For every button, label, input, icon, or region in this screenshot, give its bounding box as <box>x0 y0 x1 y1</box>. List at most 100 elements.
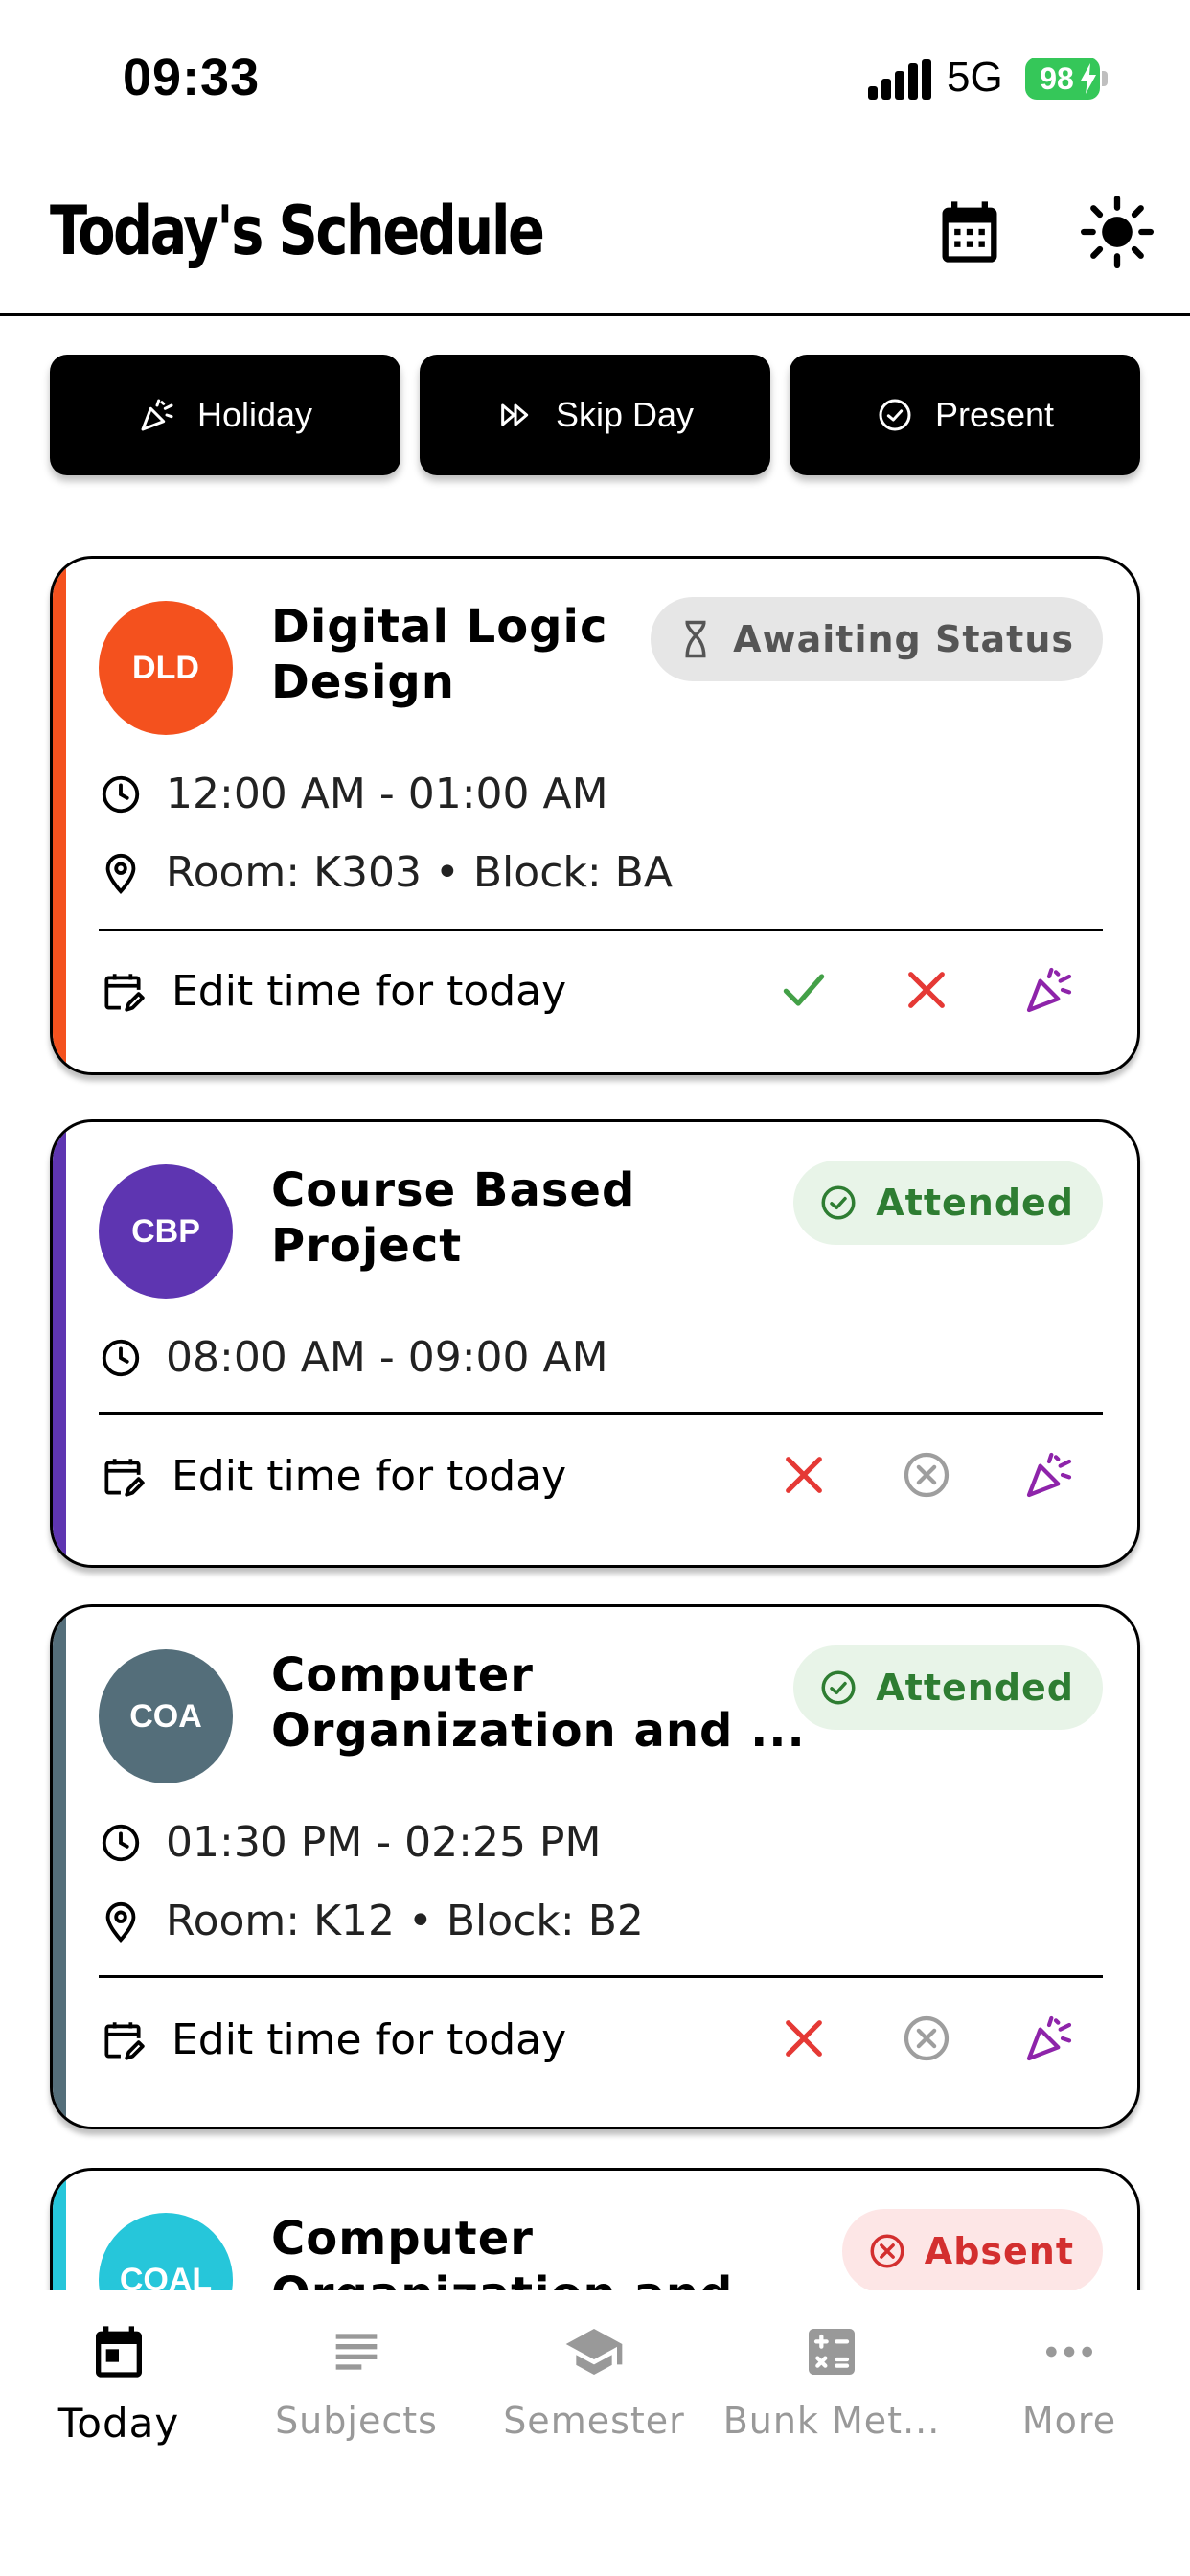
subject-color-stripe <box>53 1607 66 2127</box>
check-circle-icon <box>879 399 911 431</box>
class-card-cbp[interactable]: CBP Course Based Project Attended 08:00 … <box>50 1119 1140 1568</box>
status-text: Attended <box>876 1182 1074 1224</box>
subject-color-stripe <box>53 1122 66 1565</box>
skip-day-label: Skip Day <box>555 395 695 434</box>
page-title: Today's Schedule <box>50 192 545 270</box>
mark-holiday-button[interactable] <box>1020 961 1078 1019</box>
class-card-coal[interactable]: COAL Computer Organization and Ar... Abs… <box>50 2168 1140 2290</box>
time-row: 08:00 AM - 09:00 AM <box>99 1333 608 1382</box>
edit-time-label: Edit time for today <box>172 967 567 1016</box>
status-time: 09:33 <box>123 49 261 106</box>
check-icon <box>783 974 825 1006</box>
skip-day-button[interactable]: Skip Day <box>420 355 770 475</box>
more-dots-icon <box>1046 2346 1092 2358</box>
battery-indicator: 98 <box>1025 58 1108 100</box>
subject-avatar: DLD <box>99 601 233 735</box>
nav-label: Semester <box>503 2400 685 2442</box>
clear-status-button[interactable] <box>898 2010 955 2067</box>
party-popper-icon <box>1026 2015 1072 2061</box>
cancel-circle-icon <box>870 2234 904 2268</box>
course-title-line1: Computer <box>271 1648 534 1702</box>
time-range: 12:00 AM - 01:00 AM <box>166 770 608 818</box>
nav-today[interactable]: Today <box>0 2321 238 2447</box>
present-label: Present <box>934 395 1055 434</box>
course-title-line2: Project <box>271 1219 463 1273</box>
subject-avatar: CBP <box>99 1164 233 1299</box>
check-circle-icon <box>821 1670 856 1705</box>
subject-avatar: COA <box>99 1649 233 1783</box>
present-button[interactable]: Present <box>790 355 1140 475</box>
class-card-dld[interactable]: DLD Digital Logic Design Awaiting Status… <box>50 556 1140 1075</box>
mark-holiday-button[interactable] <box>1020 1446 1078 1504</box>
nav-semester[interactable]: Semester <box>475 2321 713 2442</box>
status-text: Awaiting Status <box>733 618 1074 660</box>
status-text: Attended <box>876 1667 1074 1709</box>
calendar-edit-icon <box>104 1458 145 1497</box>
bottom-nav: Today Subjects Semester Bunk Met... More <box>0 2292 1190 2576</box>
nav-label: Subjects <box>275 2400 438 2442</box>
course-title-line1: Course Based <box>271 1163 636 1217</box>
clock-icon <box>102 775 140 813</box>
class-list[interactable]: DLD Digital Logic Design Awaiting Status… <box>0 556 1190 2290</box>
party-popper-icon <box>141 399 173 431</box>
time-row: 01:30 PM - 02:25 PM <box>99 1818 601 1867</box>
course-title-line2: Organization and Ar... <box>271 2266 808 2290</box>
holiday-button[interactable]: Holiday <box>50 355 400 475</box>
network-type: 5G <box>947 54 1003 101</box>
card-divider <box>99 1412 1103 1414</box>
subject-color-stripe <box>53 559 66 1072</box>
edit-time-button[interactable]: Edit time for today <box>99 967 566 1016</box>
mark-absent-button[interactable] <box>775 2010 833 2067</box>
sun-icon[interactable] <box>1081 196 1154 268</box>
nav-bunk-meter[interactable]: Bunk Met... <box>713 2321 950 2442</box>
close-icon <box>786 1457 822 1493</box>
party-popper-icon <box>1026 1452 1072 1498</box>
status-badge[interactable]: Attended <box>793 1161 1103 1245</box>
course-title: Course Based Project <box>271 1162 808 1274</box>
hourglass-icon <box>685 620 706 658</box>
fast-forward-icon <box>501 403 529 426</box>
status-badge[interactable]: Attended <box>793 1645 1103 1730</box>
status-badge[interactable]: Absent <box>841 2209 1103 2290</box>
charging-bolt-icon <box>1081 63 1096 94</box>
nav-label: Bunk Met... <box>722 2400 941 2442</box>
status-badge[interactable]: Awaiting Status <box>651 597 1103 681</box>
calendar-edit-icon <box>104 2021 145 2060</box>
calendar-icon[interactable] <box>933 196 1006 268</box>
nav-label: More <box>1021 2400 1117 2442</box>
course-title-line1: Computer <box>271 2212 534 2266</box>
mark-holiday-button[interactable] <box>1020 2010 1078 2067</box>
status-bar: 09:33 5G 98 <box>0 0 1190 153</box>
holiday-label: Holiday <box>196 395 313 434</box>
subject-color-stripe <box>53 2171 66 2290</box>
edit-time-button[interactable]: Edit time for today <box>99 2015 566 2064</box>
nav-more[interactable]: More <box>950 2321 1188 2442</box>
edit-time-label: Edit time for today <box>172 2015 567 2064</box>
location-text: Room: K303 • Block: BA <box>166 848 673 897</box>
calculator-icon <box>809 2329 855 2375</box>
time-range: 01:30 PM - 02:25 PM <box>166 1818 602 1867</box>
battery-cap <box>1102 71 1108 86</box>
close-icon <box>908 972 945 1008</box>
nav-subjects[interactable]: Subjects <box>238 2321 475 2442</box>
close-icon <box>786 2020 822 2057</box>
party-popper-icon <box>1026 967 1072 1013</box>
card-divider <box>99 1975 1103 1978</box>
clear-status-button[interactable] <box>898 1446 955 1504</box>
clock-icon <box>102 1339 140 1376</box>
mark-absent-button[interactable] <box>775 1446 833 1504</box>
list-icon <box>335 2334 378 2370</box>
time-range: 08:00 AM - 09:00 AM <box>166 1333 608 1382</box>
mark-present-button[interactable] <box>775 961 833 1019</box>
quick-actions: Holiday Skip Day Present <box>50 355 1140 475</box>
edit-time-button[interactable]: Edit time for today <box>99 1452 566 1501</box>
course-title-line2: Organization and ... <box>271 1704 806 1758</box>
mark-absent-button[interactable] <box>898 961 955 1019</box>
location-text: Room: K12 • Block: B2 <box>166 1897 644 1945</box>
nav-label: Today <box>57 2400 180 2447</box>
class-card-coa[interactable]: COA Computer Organization and ... Attend… <box>50 1604 1140 2129</box>
status-text: Absent <box>924 2230 1074 2272</box>
subject-avatar: COAL <box>99 2213 233 2290</box>
edit-time-label: Edit time for today <box>172 1452 567 1501</box>
location-pin-icon <box>105 1901 136 1943</box>
